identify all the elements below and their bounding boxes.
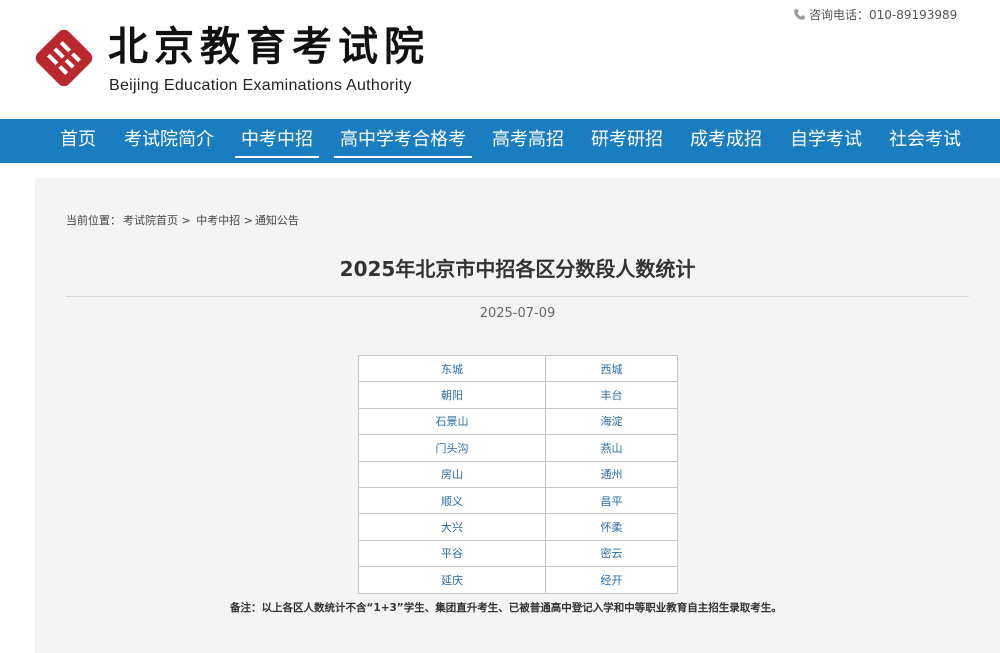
- district-link[interactable]: 房山: [441, 468, 463, 481]
- district-cell: 门头沟: [358, 434, 546, 462]
- main-nav: 首页 考试院简介 中考中招 高中学考合格考 高考高招 研考研招 成考成招 自学考…: [0, 119, 1000, 163]
- district-link[interactable]: 通州: [601, 468, 623, 481]
- table-row: 平谷 密云: [358, 539, 678, 568]
- district-link[interactable]: 大兴: [441, 521, 463, 534]
- district-link[interactable]: 延庆: [441, 574, 463, 587]
- district-link[interactable]: 怀柔: [601, 521, 623, 534]
- table-row: 顺义 昌平: [358, 486, 678, 515]
- district-cell: 昌平: [545, 486, 678, 515]
- phone-icon: [794, 9, 805, 20]
- district-cell: 延庆: [358, 566, 546, 594]
- phone-contact: 咨询电话：010-89193989: [793, 6, 957, 23]
- district-cell: 平谷: [358, 539, 546, 568]
- district-cell: 密云: [545, 539, 678, 568]
- breadcrumb-separator: >: [243, 214, 253, 227]
- district-table: 东城 西城 朝阳 丰台 石景山 海淀 门头沟 燕山 房山 通州 顺义 昌平 大兴…: [358, 354, 678, 594]
- district-cell: 东城: [358, 354, 546, 383]
- district-cell: 石景山: [358, 407, 546, 436]
- district-cell: 海淀: [545, 407, 678, 436]
- district-cell: 通州: [545, 460, 678, 488]
- nav-about[interactable]: 考试院简介: [124, 119, 214, 163]
- district-cell: 顺义: [358, 486, 546, 515]
- breadcrumb: 当前位置： 考试院首页 > 中考中招 > 通知公告: [66, 212, 299, 228]
- article-date: 2025-07-09: [479, 306, 556, 321]
- phone-text: 咨询电话：010-89193989: [809, 8, 958, 22]
- district-link[interactable]: 石景山: [436, 415, 469, 428]
- logo-icon[interactable]: [33, 27, 95, 89]
- table-row: 石景山 海淀: [358, 407, 678, 436]
- district-link[interactable]: 平谷: [441, 547, 463, 560]
- district-link[interactable]: 经开: [601, 574, 623, 587]
- nav-zikao[interactable]: 自学考试: [790, 119, 862, 163]
- breadcrumb-notice[interactable]: 通知公告: [255, 214, 299, 227]
- site-title[interactable]: 北京教育考试院: [108, 24, 430, 70]
- district-cell: 经开: [545, 566, 678, 594]
- district-link[interactable]: 密云: [601, 547, 623, 560]
- district-link[interactable]: 门头沟: [436, 442, 469, 455]
- article-title: 2025年北京市中招各区分数段人数统计: [339, 257, 696, 281]
- district-cell: 朝阳: [358, 381, 546, 409]
- nav-yankao[interactable]: 研考研招: [591, 119, 663, 163]
- table-row: 延庆 经开: [358, 566, 678, 594]
- district-cell: 燕山: [545, 434, 678, 462]
- nav-chengkao[interactable]: 成考成招: [690, 119, 762, 163]
- site-header: 北京教育考试院 Beijing Education Examinations A…: [0, 0, 1000, 119]
- district-cell: 大兴: [358, 513, 546, 541]
- breadcrumb-zhongkao[interactable]: 中考中招: [196, 214, 240, 227]
- table-row: 朝阳 丰台: [358, 381, 678, 409]
- table-row: 大兴 怀柔: [358, 513, 678, 541]
- district-link[interactable]: 西城: [601, 363, 623, 376]
- district-link[interactable]: 燕山: [601, 442, 623, 455]
- district-link[interactable]: 昌平: [601, 495, 623, 508]
- district-link[interactable]: 顺义: [441, 495, 463, 508]
- nav-xuekao[interactable]: 高中学考合格考: [334, 119, 472, 163]
- nav-gaokao[interactable]: 高考高招: [492, 119, 564, 163]
- district-cell: 丰台: [545, 381, 678, 409]
- table-row: 房山 通州: [358, 460, 678, 488]
- breadcrumb-separator: >: [181, 214, 191, 227]
- district-link[interactable]: 朝阳: [441, 389, 463, 402]
- district-link[interactable]: 东城: [441, 363, 463, 376]
- article-note: 备注：以上各区人数统计不含“1+3”学生、集团直升考生、已被普通高中登记入学和中…: [230, 602, 782, 614]
- breadcrumb-prefix: 当前位置：: [66, 214, 121, 227]
- district-cell: 房山: [358, 460, 546, 488]
- district-link[interactable]: 海淀: [601, 415, 623, 428]
- table-row: 东城 西城: [358, 354, 678, 383]
- nav-shehui[interactable]: 社会考试: [889, 119, 961, 163]
- nav-home[interactable]: 首页: [60, 119, 96, 163]
- site-subtitle: Beijing Education Examinations Authority: [109, 77, 412, 94]
- table-row: 门头沟 燕山: [358, 434, 678, 462]
- district-link[interactable]: 丰台: [601, 389, 623, 402]
- district-cell: 西城: [545, 354, 678, 383]
- title-divider: [66, 296, 969, 297]
- nav-zhongkao[interactable]: 中考中招: [235, 119, 319, 163]
- breadcrumb-home[interactable]: 考试院首页: [123, 214, 178, 227]
- district-cell: 怀柔: [545, 513, 678, 541]
